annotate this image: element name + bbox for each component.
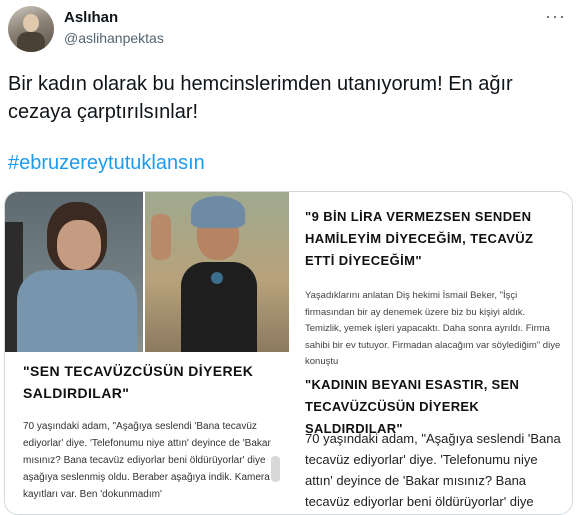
hashtag-link[interactable]: #ebruzereytutuklansın — [8, 152, 205, 175]
necklace — [211, 272, 223, 284]
media-image-right[interactable]: "9 BİN LİRA VERMEZSEN SENDEN HAMİLEYİM D… — [291, 192, 572, 514]
jacket — [17, 270, 137, 352]
article-body-right-1: Yaşadıklarını anlatan Diş hekimi İsmail … — [305, 290, 561, 367]
avatar[interactable] — [8, 6, 54, 52]
author-name[interactable]: Aslıhan — [64, 9, 118, 26]
peace-sign-hand — [151, 214, 171, 260]
face — [57, 220, 101, 270]
news-photo-woman-peace-sign — [145, 192, 289, 352]
news-photo-woman-denim — [5, 192, 143, 352]
article-headline-right-1: "9 BİN LİRA VERMEZSEN SENDEN HAMİLEYİM D… — [305, 209, 534, 268]
tweet-media[interactable]: "SEN TECAVÜZCÜSÜN DİYEREK SALDIRDILAR" 7… — [4, 191, 573, 515]
avatar-body — [17, 32, 45, 52]
headscarf — [191, 196, 245, 228]
article-headline-left: "SEN TECAVÜZCÜSÜN DİYEREK SALDIRDILAR" — [23, 363, 254, 401]
media-image-left[interactable]: "SEN TECAVÜZCÜSÜN DİYEREK SALDIRDILAR" 7… — [5, 192, 289, 514]
tweet-text: Bir kadın olarak bu hemcinslerimden utan… — [8, 73, 513, 123]
tweet-header: Aslıhan @aslihanpektas ··· — [0, 0, 580, 58]
scrollbar-thumb[interactable] — [271, 456, 280, 482]
author-handle[interactable]: @aslihanpektas — [64, 30, 164, 46]
article-body-right-2: 70 yaşındaki adam, "Aşağıya seslendi 'Ba… — [305, 431, 561, 509]
avatar-face — [23, 14, 39, 32]
article-body-left: 70 yaşındaki adam, "Aşağıya seslendi 'Ba… — [23, 421, 271, 500]
more-options-icon[interactable]: ··· — [545, 6, 566, 27]
